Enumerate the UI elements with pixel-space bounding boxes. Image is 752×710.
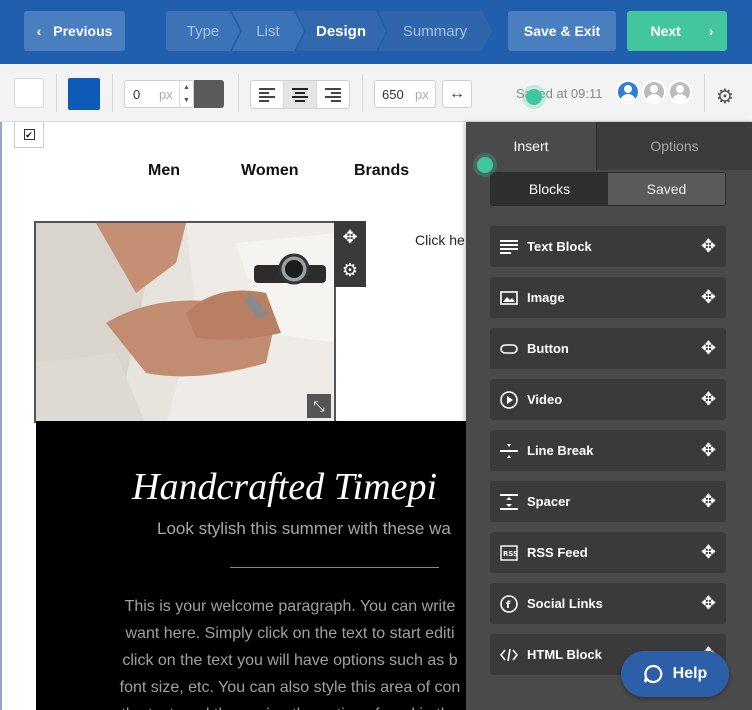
play-icon: [500, 391, 518, 409]
chevron-left-icon: ‹: [36, 23, 42, 39]
image-block-tools: ✥ ⚙: [334, 221, 366, 287]
image-icon: [500, 289, 518, 307]
move-icon[interactable]: ✥: [701, 287, 716, 308]
block-spacer[interactable]: Spacer ✥: [490, 481, 726, 522]
next-button[interactable]: Next ›: [627, 11, 727, 51]
move-icon[interactable]: ✥: [701, 389, 716, 410]
toolbar-divider: [112, 74, 113, 112]
svg-text:RSS: RSS: [503, 550, 518, 558]
select-checkbox-tab[interactable]: ✔: [14, 122, 44, 148]
avatar[interactable]: [616, 80, 640, 104]
move-icon[interactable]: ✥: [701, 338, 716, 359]
toolbar-divider: [56, 74, 57, 112]
content-width-input[interactable]: 650 px: [374, 80, 436, 108]
toolbar-divider: [362, 74, 363, 112]
spacer-icon: [500, 493, 518, 511]
chat-bubble-icon: [643, 664, 662, 684]
border-width-input[interactable]: 0 px ▲ ▼: [124, 80, 194, 108]
line-break-icon: [500, 442, 518, 460]
alignment-group: [250, 80, 350, 109]
hero-content-block[interactable]: Handcrafted Timepi Look stylish this sum…: [36, 421, 476, 710]
align-center-button[interactable]: [284, 81, 317, 108]
block-rss[interactable]: RSS RSS Feed ✥: [490, 532, 726, 573]
blocks-saved-toggle: Blocks Saved: [490, 172, 726, 206]
resize-icon[interactable]: ⤡: [307, 394, 331, 418]
block-video[interactable]: Video ✥: [490, 379, 726, 420]
blocks-segment[interactable]: Blocks: [491, 173, 608, 205]
block-button[interactable]: Button ✥: [490, 328, 726, 369]
caret-down-icon[interactable]: ▼: [183, 97, 190, 104]
stepper[interactable]: ▲ ▼: [179, 81, 193, 107]
top-navigation-bar: ‹ Previous Type List Design Summary Save…: [0, 0, 752, 64]
code-icon: [500, 646, 518, 664]
wizard-steps: Type List Design Summary: [166, 11, 492, 51]
click-here-text[interactable]: Click he: [415, 232, 465, 248]
block-list: Text Block ✥ Image ✥ Button ✥ Video ✥ Li…: [490, 226, 726, 685]
insert-panel: Insert Options Blocks Saved Text Block ✥…: [466, 122, 752, 710]
avatar[interactable]: [642, 80, 666, 104]
step-design[interactable]: Design: [296, 11, 386, 51]
expand-width-icon: ↔: [449, 85, 465, 102]
hero-subtitle[interactable]: Look stylish this summer with these wa: [157, 519, 451, 539]
hotspot-indicator[interactable]: [477, 157, 493, 173]
nav-link-women[interactable]: Women: [241, 162, 298, 180]
move-icon[interactable]: ✥: [701, 236, 716, 257]
block-image[interactable]: Image ✥: [490, 277, 726, 318]
align-center-icon: [292, 87, 308, 102]
align-right-icon: [325, 87, 341, 102]
welcome-paragraph[interactable]: This is your welcome paragraph. You can …: [80, 593, 476, 710]
previous-button[interactable]: ‹ Previous: [24, 11, 125, 51]
save-exit-button[interactable]: Save & Exit: [508, 11, 616, 51]
saved-segment[interactable]: Saved: [608, 173, 725, 205]
nav-link-brands[interactable]: Brands: [354, 162, 409, 180]
checkbox-icon: ✔: [23, 129, 35, 140]
move-icon[interactable]: ✥: [342, 227, 357, 248]
step-type[interactable]: Type: [166, 11, 240, 51]
hero-image[interactable]: [34, 221, 336, 423]
text-lines-icon: [500, 238, 518, 256]
align-left-button[interactable]: [251, 81, 284, 108]
accent-color-swatch[interactable]: [68, 78, 100, 110]
design-toolbar: 0 px ▲ ▼ 650 px ↔ Saved at 09:11 ⚙: [0, 64, 752, 122]
gear-icon[interactable]: ⚙: [342, 260, 358, 281]
move-icon[interactable]: ✥: [701, 542, 716, 563]
rss-icon: RSS: [500, 544, 518, 562]
align-right-button[interactable]: [317, 81, 349, 108]
avatar[interactable]: [668, 80, 692, 104]
svg-text:f: f: [506, 600, 511, 611]
collaborator-avatars: [616, 80, 692, 104]
background-color-swatch[interactable]: [14, 78, 44, 108]
move-icon[interactable]: ✥: [701, 491, 716, 512]
hotspot-indicator[interactable]: [526, 89, 542, 105]
chevron-right-icon: ›: [708, 23, 714, 39]
step-list[interactable]: List: [232, 11, 304, 51]
block-social[interactable]: f Social Links ✥: [490, 583, 726, 624]
divider-line: [230, 567, 439, 568]
tab-options[interactable]: Options: [596, 122, 752, 170]
facebook-icon: f: [500, 595, 518, 613]
border-color-swatch[interactable]: [194, 80, 224, 108]
nav-link-men[interactable]: Men: [148, 162, 180, 180]
gear-icon[interactable]: ⚙: [716, 84, 734, 109]
block-line-break[interactable]: Line Break ✥: [490, 430, 726, 471]
help-button[interactable]: Help: [621, 651, 729, 697]
toolbar-divider: [704, 74, 705, 112]
expand-width-button[interactable]: ↔: [442, 80, 472, 108]
hero-title[interactable]: Handcrafted Timepi: [132, 465, 437, 509]
align-left-icon: [259, 87, 275, 102]
button-icon: [500, 340, 518, 358]
panel-tabs: Insert Options: [466, 122, 752, 170]
move-icon[interactable]: ✥: [701, 440, 716, 461]
block-text[interactable]: Text Block ✥: [490, 226, 726, 267]
move-icon[interactable]: ✥: [701, 593, 716, 614]
step-summary[interactable]: Summary: [378, 11, 492, 51]
toolbar-divider: [238, 74, 239, 112]
caret-up-icon[interactable]: ▲: [183, 84, 190, 91]
wristwatch-photo: [36, 223, 334, 421]
